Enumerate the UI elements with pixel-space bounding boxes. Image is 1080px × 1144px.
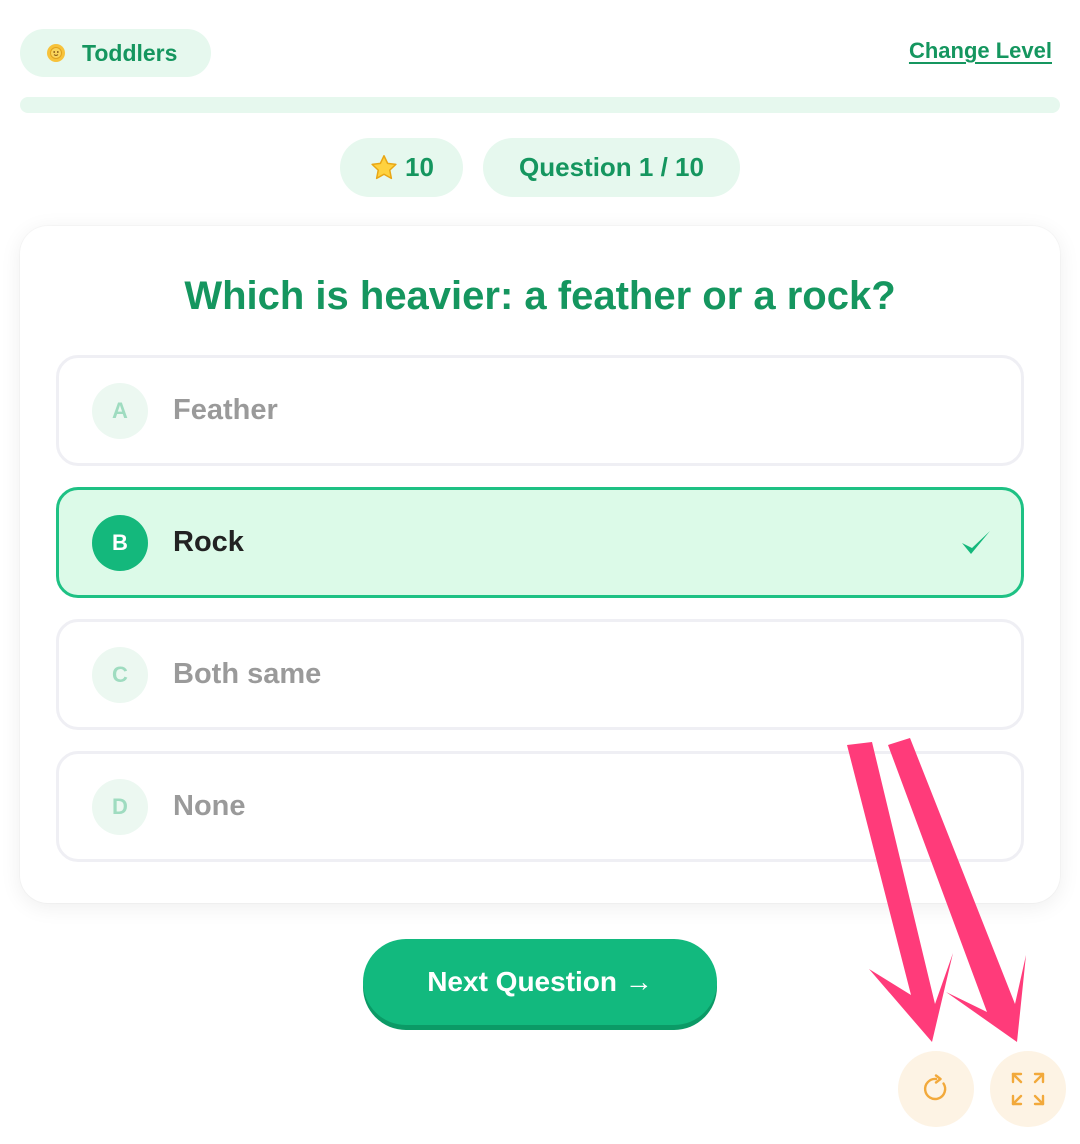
sun-face-icon (46, 43, 66, 63)
restart-button[interactable] (898, 1051, 974, 1127)
question-text: Which is heavier: a feather or a rock? (184, 274, 896, 318)
option-letter: B (92, 514, 148, 571)
option-d[interactable]: D None (56, 751, 1024, 862)
score-value: 10 (405, 152, 434, 182)
star-icon (369, 153, 399, 183)
option-label: None (173, 790, 246, 822)
fullscreen-button[interactable] (990, 1051, 1066, 1127)
restart-icon (921, 1074, 951, 1104)
stats-row: 10 Question 1 / 10 (0, 138, 1080, 197)
checkmark-icon (959, 528, 993, 558)
level-badge: Toddlers (20, 29, 211, 77)
option-a[interactable]: A Feather (56, 355, 1024, 466)
question-counter: Question 1 / 10 (483, 138, 740, 197)
option-label: Rock (173, 526, 244, 558)
option-label: Both same (173, 658, 322, 690)
question-counter-text: Question 1 / 10 (519, 152, 704, 182)
option-label: Feather (173, 394, 278, 426)
option-letter: C (92, 646, 148, 703)
question-card: Which is heavier: a feather or a rock? A… (20, 226, 1060, 903)
quiz-page: Toddlers Change Level 10 Question 1 / 10… (0, 0, 1080, 1144)
change-level-link[interactable]: Change Level (909, 38, 1052, 64)
level-label: Toddlers (82, 39, 178, 66)
option-c[interactable]: C Both same (56, 619, 1024, 730)
score-badge: 10 (340, 138, 463, 197)
option-letter: D (92, 778, 148, 835)
option-b[interactable]: B Rock (56, 487, 1024, 598)
fullscreen-icon (1009, 1070, 1047, 1108)
progress-bar (20, 97, 1060, 113)
next-question-button[interactable]: Next Question → (363, 939, 717, 1025)
option-letter: A (92, 382, 148, 439)
